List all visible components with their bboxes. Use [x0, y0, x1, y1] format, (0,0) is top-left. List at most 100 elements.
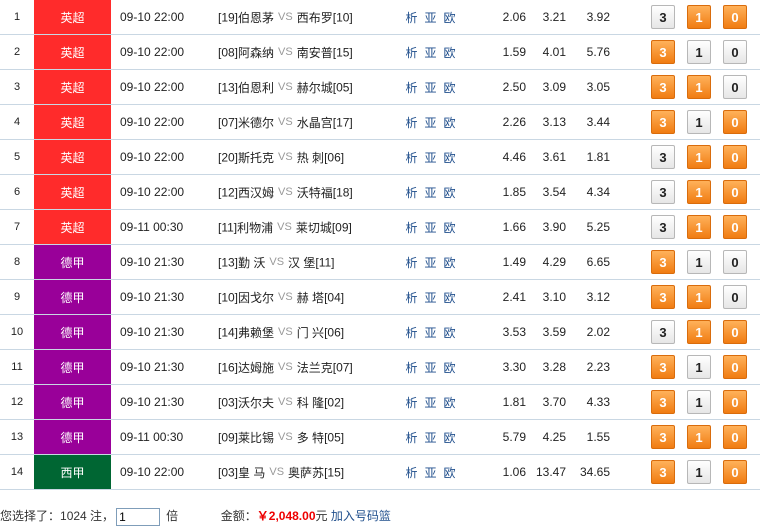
link-asian[interactable]: 亚 [424, 326, 437, 340]
link-analysis[interactable]: 析 [405, 291, 418, 305]
bet-button-0[interactable]: 0 [723, 180, 747, 204]
bet-button-3[interactable]: 3 [651, 145, 675, 169]
link-asian[interactable]: 亚 [424, 46, 437, 60]
bet-button-3[interactable]: 3 [651, 110, 675, 134]
bet-button-0[interactable]: 0 [723, 215, 747, 239]
link-euro[interactable]: 欧 [444, 256, 457, 270]
home-rank: [03] [218, 395, 239, 409]
bet-button-0[interactable]: 0 [723, 145, 747, 169]
bet-button-1[interactable]: 1 [687, 320, 711, 344]
bet-button-3[interactable]: 3 [651, 320, 675, 344]
bet-button-0[interactable]: 0 [723, 40, 747, 64]
row-number: 11 [0, 349, 34, 385]
bet-button-0[interactable]: 0 [723, 285, 747, 309]
link-asian[interactable]: 亚 [424, 151, 437, 165]
bet-button-0[interactable]: 0 [723, 5, 747, 29]
bet-button-3[interactable]: 3 [651, 180, 675, 204]
bet-button-1[interactable]: 1 [687, 250, 711, 274]
link-analysis[interactable]: 析 [405, 11, 418, 25]
bet-button-1[interactable]: 1 [687, 285, 711, 309]
link-euro[interactable]: 欧 [444, 361, 457, 375]
bet-button-0[interactable]: 0 [723, 460, 747, 484]
link-analysis[interactable]: 析 [405, 361, 418, 375]
bet-button-1[interactable]: 1 [687, 5, 711, 29]
link-asian[interactable]: 亚 [424, 256, 437, 270]
link-asian[interactable]: 亚 [424, 116, 437, 130]
link-analysis[interactable]: 析 [405, 256, 418, 270]
bet-button-3[interactable]: 3 [651, 285, 675, 309]
bet-button-0[interactable]: 0 [723, 110, 747, 134]
link-analysis[interactable]: 析 [405, 396, 418, 410]
link-asian[interactable]: 亚 [424, 291, 437, 305]
link-euro[interactable]: 欧 [444, 46, 457, 60]
link-asian[interactable]: 亚 [424, 11, 437, 25]
bet-button-1[interactable]: 1 [687, 40, 711, 64]
link-asian[interactable]: 亚 [424, 466, 437, 480]
bet-button-3[interactable]: 3 [651, 355, 675, 379]
link-euro[interactable]: 欧 [444, 151, 457, 165]
link-euro[interactable]: 欧 [444, 116, 457, 130]
link-euro[interactable]: 欧 [444, 326, 457, 340]
link-euro[interactable]: 欧 [444, 396, 457, 410]
bet-button-1[interactable]: 1 [687, 215, 711, 239]
bet-button-3[interactable]: 3 [651, 390, 675, 414]
bet-button-3[interactable]: 3 [651, 460, 675, 484]
link-euro[interactable]: 欧 [444, 186, 457, 200]
link-analysis[interactable]: 析 [405, 46, 418, 60]
bet-button-1[interactable]: 1 [687, 145, 711, 169]
link-analysis[interactable]: 析 [405, 466, 418, 480]
bet-button-3[interactable]: 3 [651, 215, 675, 239]
link-asian[interactable]: 亚 [424, 396, 437, 410]
link-euro[interactable]: 欧 [444, 291, 457, 305]
bet-button-0[interactable]: 0 [723, 250, 747, 274]
link-euro[interactable]: 欧 [444, 11, 457, 25]
link-euro[interactable]: 欧 [444, 431, 457, 445]
bet-button-1[interactable]: 1 [687, 390, 711, 414]
link-euro[interactable]: 欧 [444, 81, 457, 95]
home-team: 斯托克 [238, 150, 275, 165]
bet-button-1[interactable]: 1 [687, 180, 711, 204]
multiple-input[interactable] [116, 507, 161, 526]
bet-button-0[interactable]: 0 [723, 75, 747, 99]
link-asian[interactable]: 亚 [424, 81, 437, 95]
vs-label: VS [278, 361, 293, 373]
away-rank: [17] [332, 115, 353, 129]
match-time: 09-10 22:00 [111, 69, 218, 105]
row-number: 13 [0, 419, 34, 455]
link-asian[interactable]: 亚 [424, 186, 437, 200]
bet-button-3[interactable]: 3 [651, 75, 675, 99]
link-analysis[interactable]: 析 [405, 116, 418, 130]
link-analysis[interactable]: 析 [405, 221, 418, 235]
home-team: 达姆施 [238, 360, 275, 375]
odds-cell: 1.59 4.01 5.76 [468, 34, 616, 70]
link-euro[interactable]: 欧 [444, 221, 457, 235]
amount-value: ￥2,048.00 [256, 509, 316, 523]
bet-button-3[interactable]: 3 [651, 40, 675, 64]
odds-draw: 3.21 [542, 10, 566, 24]
link-analysis[interactable]: 析 [405, 431, 418, 445]
bet-button-0[interactable]: 0 [723, 355, 747, 379]
link-analysis[interactable]: 析 [405, 81, 418, 95]
bet-button-0[interactable]: 0 [723, 390, 747, 414]
link-asian[interactable]: 亚 [424, 431, 437, 445]
bet-button-1[interactable]: 1 [687, 355, 711, 379]
link-analysis[interactable]: 析 [405, 151, 418, 165]
link-analysis[interactable]: 析 [405, 186, 418, 200]
bet-button-1[interactable]: 1 [687, 110, 711, 134]
bet-button-3[interactable]: 3 [651, 250, 675, 274]
odds-win: 2.26 [502, 115, 526, 129]
bet-button-0[interactable]: 0 [723, 425, 747, 449]
bet-button-0[interactable]: 0 [723, 320, 747, 344]
match-teams: [12]西汉姆 VS 沃特福[18] [218, 174, 394, 210]
link-asian[interactable]: 亚 [424, 361, 437, 375]
bet-button-3[interactable]: 3 [651, 5, 675, 29]
bet-button-3[interactable]: 3 [651, 425, 675, 449]
link-asian[interactable]: 亚 [424, 221, 437, 235]
bet-button-1[interactable]: 1 [687, 425, 711, 449]
bet-button-1[interactable]: 1 [687, 75, 711, 99]
link-analysis[interactable]: 析 [405, 326, 418, 340]
vs-label: VS [278, 81, 293, 93]
add-to-basket-link[interactable]: 加入号码篮 [331, 509, 391, 523]
bet-button-1[interactable]: 1 [687, 460, 711, 484]
link-euro[interactable]: 欧 [444, 466, 457, 480]
